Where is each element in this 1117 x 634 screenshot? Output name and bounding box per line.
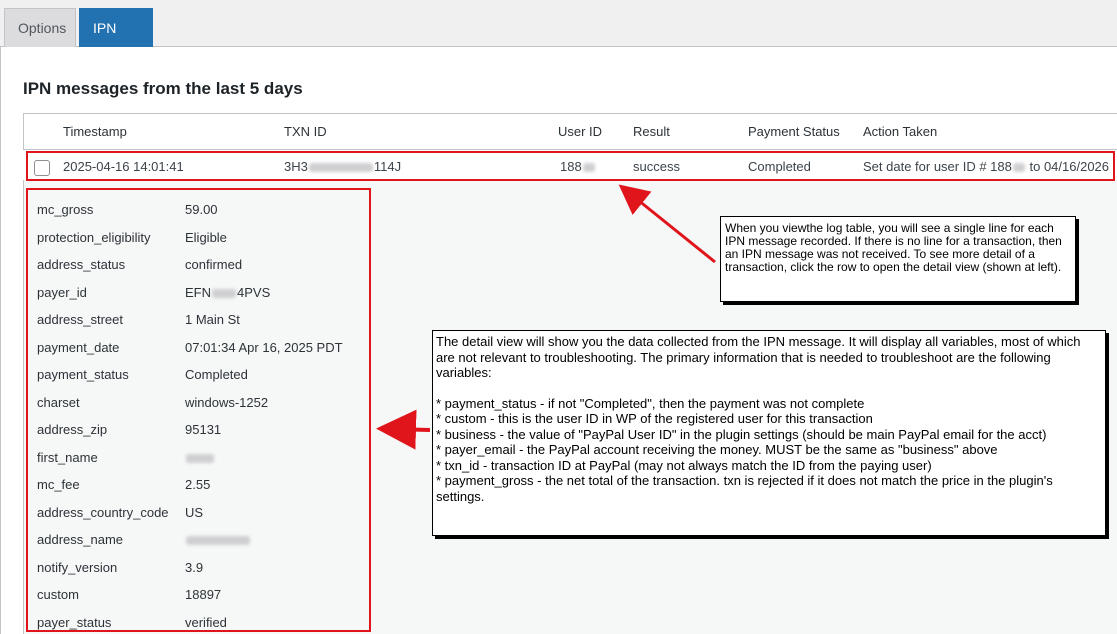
arrow-to-detail [376, 409, 431, 450]
annotation-arrows [376, 184, 716, 450]
arrow-to-row [618, 184, 716, 264]
